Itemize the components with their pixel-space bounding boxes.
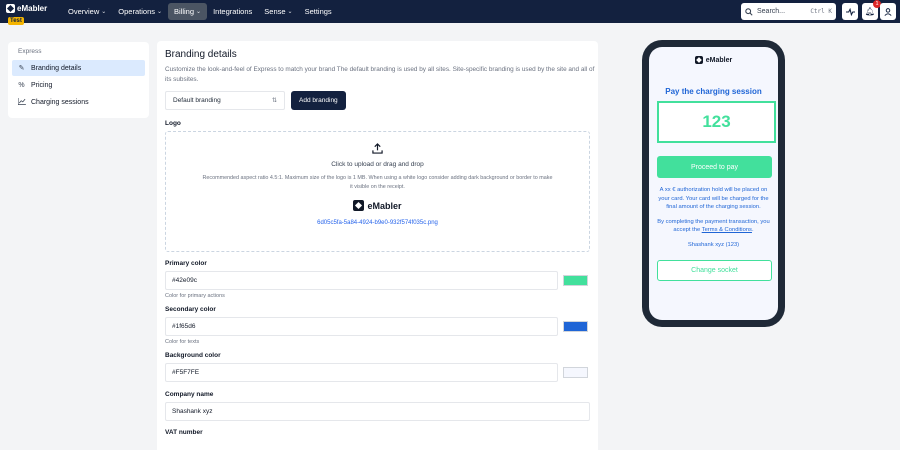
- secondary-color-label: Secondary color: [165, 306, 216, 313]
- nav-operations[interactable]: Operations ⌄: [112, 3, 168, 20]
- nav-operations-label: Operations: [118, 7, 155, 16]
- sidebar: Express ✎ Branding details % Pricing Cha…: [8, 42, 149, 118]
- secondary-color-input[interactable]: #1f65d6: [165, 317, 558, 336]
- notifications-button[interactable]: 🔔︎ 1: [862, 0, 881, 20]
- nav-billing[interactable]: Billing ⌄: [168, 3, 208, 20]
- logo-preview-text: eMabler: [367, 200, 402, 211]
- user-menu-button[interactable]: [880, 3, 896, 20]
- emabler-logo-icon: [6, 4, 15, 13]
- primary-color-help: Color for primary actions: [165, 293, 225, 299]
- chevron-down-icon: ⌄: [156, 9, 163, 15]
- chevron-down-icon: ⌄: [101, 9, 107, 15]
- chevron-down-icon: ⌄: [196, 9, 202, 15]
- activity-icon: [845, 7, 855, 16]
- preview-proceed-button: Proceed to pay: [657, 156, 772, 178]
- logo-upload-dropzone[interactable]: Click to upload or drag and drop Recomme…: [165, 131, 590, 252]
- nav-sense-label: Sense: [264, 7, 286, 16]
- nav-sense[interactable]: Sense ⌄: [258, 3, 298, 20]
- secondary-color-help: Color for texts: [165, 339, 200, 345]
- sidebar-section-title: Express: [18, 48, 42, 55]
- add-branding-button[interactable]: Add branding: [291, 91, 346, 110]
- sidebar-item-label: Branding details: [31, 64, 82, 72]
- background-color-swatch[interactable]: [563, 367, 588, 378]
- branding-select-value: Default branding: [173, 97, 221, 104]
- vat-number-label: VAT number: [165, 429, 203, 436]
- nav-integrations-label: Integrations: [213, 7, 253, 16]
- chevron-up-down-icon: ⇅: [271, 98, 277, 104]
- nav-overview-label: Overview: [68, 7, 100, 16]
- sidebar-item-branding-details[interactable]: ✎ Branding details: [12, 60, 145, 76]
- sidebar-item-label: Pricing: [31, 81, 53, 89]
- page-description: Customize the look-and-feel of Express t…: [165, 66, 595, 83]
- search-placeholder: Search...: [757, 8, 786, 15]
- preview-session-code: 123: [657, 101, 776, 143]
- nav-settings[interactable]: Settings: [299, 3, 338, 20]
- branding-select[interactable]: Default branding ⇅: [165, 91, 285, 110]
- primary-color-swatch[interactable]: [563, 275, 588, 286]
- search-icon: [745, 7, 753, 16]
- sidebar-item-label: Charging sessions: [31, 98, 89, 106]
- top-navigation-bar: eMabler Test Overview ⌄ Operations ⌄ Bil…: [0, 0, 900, 25]
- preview-logo: eMabler: [657, 56, 770, 64]
- preview-terms-link: Terms & Conditions: [701, 227, 752, 234]
- upload-title: Click to upload or drag and drop: [331, 161, 424, 168]
- activity-button[interactable]: [842, 3, 858, 20]
- logo-preview: eMabler: [353, 200, 402, 211]
- emabler-logo-icon: [353, 200, 365, 211]
- logo-label: Logo: [165, 120, 181, 127]
- search-input[interactable]: Search... Ctrl K: [741, 3, 836, 20]
- emabler-logo-icon: [694, 56, 703, 64]
- search-shortcut: Ctrl K: [810, 8, 832, 15]
- nav-integrations[interactable]: Integrations: [207, 3, 258, 20]
- chevron-down-icon: ⌄: [287, 9, 293, 15]
- percent-icon: %: [18, 81, 25, 89]
- edit-icon: ✎: [18, 65, 25, 72]
- background-color-input[interactable]: #F5F7FE: [165, 363, 558, 382]
- preview-logo-text: eMabler: [705, 56, 733, 64]
- preview-terms-text: By completing the payment transaction, y…: [657, 218, 770, 235]
- sidebar-item-pricing[interactable]: % Pricing: [12, 77, 145, 93]
- company-name-label: Company name: [165, 391, 214, 398]
- app-logo[interactable]: eMabler: [6, 4, 47, 13]
- app-logo-text: eMabler: [17, 4, 48, 13]
- branding-details-card: Branding details Customize the look-and-…: [157, 41, 598, 450]
- nav-billing-label: Billing: [174, 7, 195, 16]
- main-nav: Overview ⌄ Operations ⌄ Billing ⌄ Integr…: [62, 0, 338, 23]
- primary-color-input[interactable]: #42e09c: [165, 271, 558, 290]
- preview-title: Pay the charging session: [665, 87, 762, 96]
- preview-change-socket-button: Change socket: [657, 259, 772, 281]
- mobile-preview-screen: eMabler Pay the charging session 123 Pro…: [649, 47, 778, 320]
- background-color-label: Background color: [165, 352, 221, 359]
- preview-account: Shashank xyz (123): [687, 241, 740, 248]
- upload-icon: [372, 143, 383, 157]
- environment-badge: Test: [8, 17, 24, 25]
- company-name-input[interactable]: Shashank xyz: [165, 402, 590, 421]
- page-title: Branding details: [165, 49, 237, 60]
- secondary-color-swatch[interactable]: [563, 321, 588, 332]
- primary-color-label: Primary color: [165, 260, 207, 267]
- sidebar-item-charging-sessions[interactable]: Charging sessions: [12, 94, 145, 110]
- user-icon: [884, 7, 892, 16]
- preview-terms-suffix: .: [751, 227, 754, 234]
- bell-icon: 🔔︎: [864, 7, 876, 16]
- chart-icon: [17, 97, 26, 107]
- upload-hint: Recommended aspect ratio 4.5:1. Maximum …: [202, 175, 553, 190]
- preview-hold-text: A xx € authorization hold will be placed…: [658, 187, 769, 211]
- mobile-preview-frame: eMabler Pay the charging session 123 Pro…: [642, 40, 785, 327]
- logo-file-link[interactable]: 6d05c5fa-5a84-4924-b9e0-932f574f035c.png: [317, 220, 438, 226]
- nav-settings-label: Settings: [304, 7, 332, 16]
- nav-overview[interactable]: Overview ⌄: [62, 3, 112, 20]
